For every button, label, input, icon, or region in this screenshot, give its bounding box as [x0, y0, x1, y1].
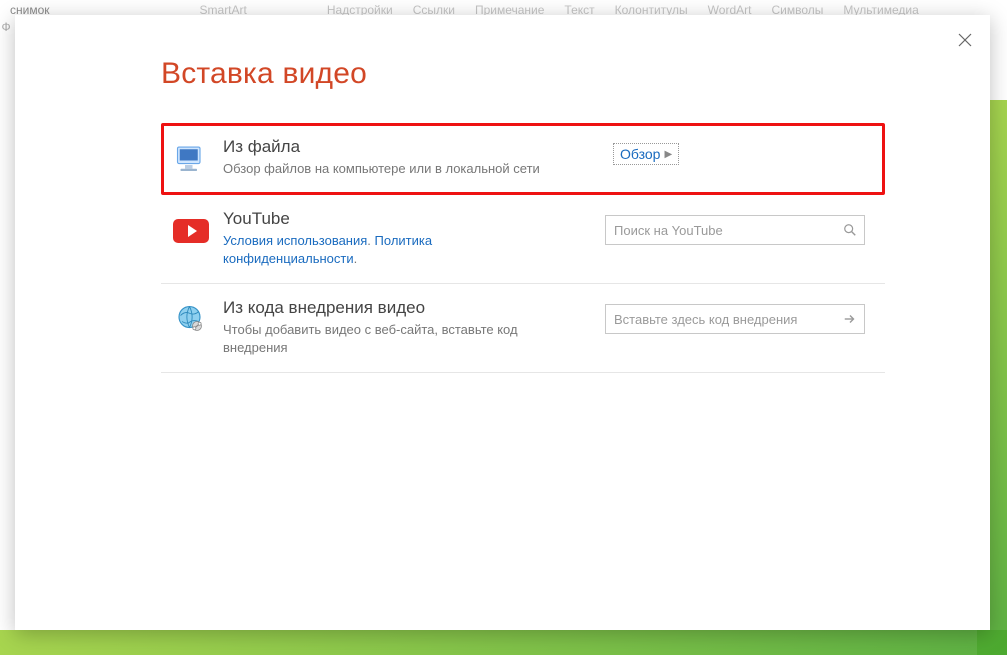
- youtube-terms-link[interactable]: Условия использования: [223, 233, 367, 248]
- youtube-search-input[interactable]: [606, 223, 836, 238]
- sep: .: [367, 233, 374, 248]
- source-embed-desc: Чтобы добавить видео с веб-сайта, вставь…: [223, 321, 563, 356]
- source-youtube-desc: Условия использования. Политика конфиден…: [223, 232, 563, 267]
- close-button[interactable]: [954, 29, 976, 51]
- embed-code-box[interactable]: [605, 304, 865, 334]
- trail: .: [354, 251, 358, 266]
- source-from-file[interactable]: Из файла Обзор файлов на компьютере или …: [161, 123, 885, 195]
- chevron-right-icon: ▶: [664, 149, 672, 160]
- browse-button[interactable]: Обзор ▶: [613, 143, 679, 165]
- computer-icon: [171, 139, 211, 179]
- close-icon: [958, 33, 972, 47]
- insert-video-modal: Вставка видео Из файла Обзор файлов на к…: [15, 15, 990, 630]
- source-embed-title: Из кода внедрения видео: [223, 298, 563, 318]
- video-sources-list: Из файла Обзор файлов на компьютере или …: [161, 123, 885, 373]
- slide-background-bottom: [0, 630, 1007, 655]
- source-embed-code[interactable]: Из кода внедрения видео Чтобы добавить в…: [161, 284, 885, 373]
- source-from-file-desc: Обзор файлов на компьютере или в локальн…: [223, 160, 563, 178]
- youtube-search-box[interactable]: [605, 215, 865, 245]
- modal-title: Вставка видео: [161, 57, 367, 91]
- browse-button-label: Обзор: [620, 146, 660, 162]
- youtube-icon: [171, 211, 211, 251]
- embed-code-input[interactable]: [606, 312, 836, 327]
- source-youtube-title: YouTube: [223, 209, 563, 229]
- source-from-file-title: Из файла: [223, 137, 563, 157]
- arrow-right-icon: [843, 312, 857, 326]
- search-button[interactable]: [836, 216, 864, 244]
- search-icon: [843, 223, 857, 237]
- embed-submit-button[interactable]: [836, 305, 864, 333]
- globe-icon: [171, 300, 211, 340]
- ribbon-left-edge: Ф: [0, 20, 12, 35]
- source-youtube[interactable]: YouTube Условия использования. Политика …: [161, 195, 885, 284]
